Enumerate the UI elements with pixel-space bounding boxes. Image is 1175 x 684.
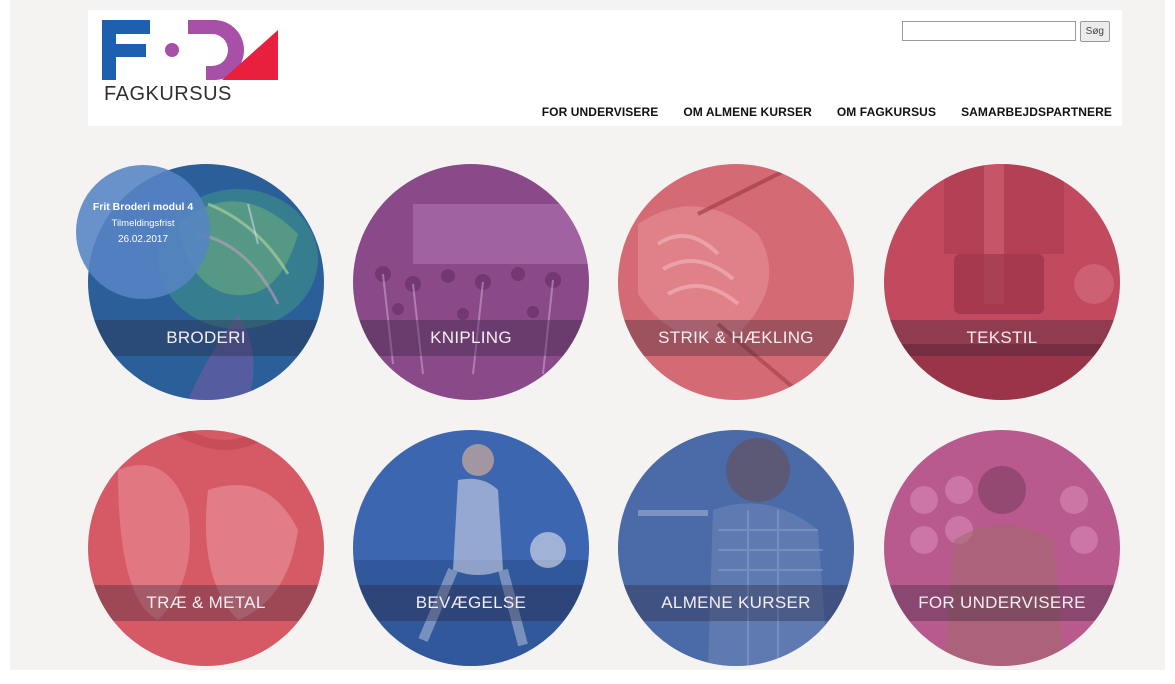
tile-label-band: BRODERI <box>88 320 324 356</box>
tile-label: BRODERI <box>166 328 246 347</box>
nav-for-undervisere[interactable]: FOR UNDERVISERE <box>542 105 659 119</box>
tile-label: ALMENE KURSER <box>661 593 811 612</box>
general-courses-image <box>618 430 854 666</box>
tile-knipling[interactable]: KNIPLING <box>353 164 589 400</box>
wood-metal-image <box>88 430 324 666</box>
tile-label-band: FOR UNDERVISERE <box>884 585 1120 621</box>
tile-label: KNIPLING <box>430 328 512 347</box>
tile-tekstil[interactable]: TEKSTIL <box>884 164 1120 400</box>
sewing-machine-image <box>884 164 1120 400</box>
tile-label-band: KNIPLING <box>353 320 589 356</box>
movement-image <box>353 430 589 666</box>
knitting-image <box>618 164 854 400</box>
tile-label-band: BEVÆGELSE <box>353 585 589 621</box>
badge-title: Frit Broderi modul 4 <box>92 201 194 213</box>
nav-om-almene-kurser[interactable]: OM ALMENE KURSER <box>683 105 812 119</box>
site-header: FAGKURSUS Søg FOR UNDERVISERE OM ALMENE … <box>88 10 1122 126</box>
tile-label-band: ALMENE KURSER <box>618 585 854 621</box>
course-deadline-badge[interactable]: Frit Broderi modul 4 Tilmeldingsfrist 26… <box>76 165 210 299</box>
tile-label-band: STRIK & HÆKLING <box>618 320 854 356</box>
teachers-image <box>884 430 1120 666</box>
tile-label-band: TRÆ & METAL <box>88 585 324 621</box>
tile-label: TRÆ & METAL <box>146 593 266 612</box>
tile-label: TEKSTIL <box>966 328 1038 347</box>
badge-date: 26.02.2017 <box>117 234 169 245</box>
tile-strik-haekling[interactable]: STRIK & HÆKLING <box>618 164 854 400</box>
logo-wordmark: FAGKURSUS <box>104 83 232 105</box>
tile-label: STRIK & HÆKLING <box>658 328 814 347</box>
nav-om-fagkursus[interactable]: OM FAGKURSUS <box>837 105 936 119</box>
main-nav: FOR UNDERVISERE OM ALMENE KURSER OM FAGK… <box>542 105 1112 119</box>
tile-label: FOR UNDERVISERE <box>918 593 1086 612</box>
tile-label-band: TEKSTIL <box>884 320 1120 356</box>
search-input[interactable] <box>901 21 1076 41</box>
tile-for-undervisere[interactable]: FOR UNDERVISERE <box>884 430 1120 666</box>
tile-bevaegelse[interactable]: BEVÆGELSE <box>353 430 589 666</box>
search-form: Søg <box>901 21 1110 42</box>
search-button[interactable]: Søg <box>1079 21 1110 42</box>
lace-image <box>353 164 589 400</box>
tile-almene-kurser[interactable]: ALMENE KURSER <box>618 430 854 666</box>
tile-trae-metal[interactable]: TRÆ & METAL <box>88 430 324 666</box>
badge-subtitle: Tilmeldingsfrist <box>111 218 175 229</box>
nav-samarbejdspartnere[interactable]: SAMARBEJDSPARTNERE <box>961 105 1112 119</box>
tile-label: BEVÆGELSE <box>415 593 527 612</box>
